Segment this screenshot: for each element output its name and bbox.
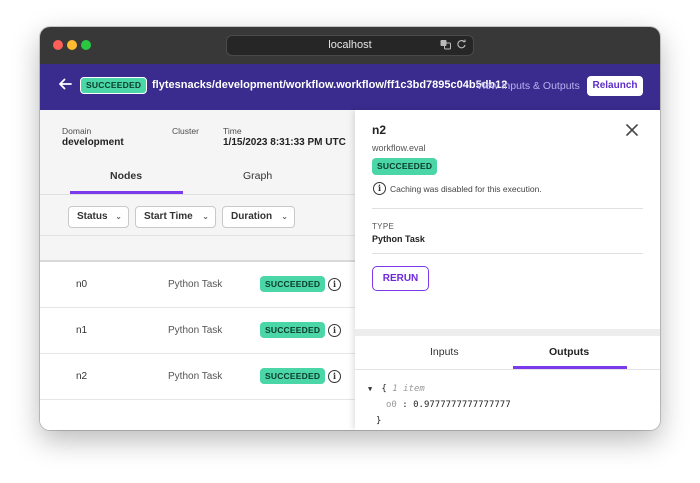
chevron-down-icon: ⌄ [115, 212, 122, 221]
close-icon[interactable] [625, 123, 639, 137]
tab-inputs[interactable]: Inputs [430, 346, 459, 358]
node-details-subtitle: workflow.eval [372, 143, 426, 153]
table-row[interactable]: n2 Python Task SUCCEEDED i [40, 354, 360, 400]
domain-label: Domain [62, 126, 92, 136]
json-summary: 1 item [392, 384, 425, 394]
json-open-brace: { [381, 384, 387, 394]
type-label: TYPE [372, 222, 395, 231]
info-icon[interactable]: i [328, 278, 341, 291]
execution-main-panel: Domain development Cluster Time 1/15/202… [40, 110, 360, 430]
node-status-badge: SUCCEEDED [260, 276, 326, 292]
status-filter-label: Status [77, 211, 108, 222]
io-tabs-divider [355, 369, 660, 370]
node-id: n0 [76, 279, 88, 290]
node-id: n1 [76, 325, 88, 336]
info-icon: i [373, 182, 386, 195]
details-divider [372, 253, 643, 254]
zoom-window-button[interactable] [81, 40, 91, 50]
reload-icon[interactable] [456, 39, 467, 50]
tab-graph[interactable]: Graph [243, 170, 272, 182]
node-id: n2 [76, 371, 88, 382]
json-close-brace: } [376, 416, 382, 426]
type-value: Python Task [372, 234, 425, 244]
details-divider [372, 208, 643, 209]
view-inputs-outputs-link[interactable]: View Inputs & Outputs [476, 80, 580, 92]
status-filter-button[interactable]: Status ⌄ [68, 206, 129, 228]
execution-header: SUCCEEDED flytesnacks/development/workfl… [40, 64, 660, 110]
json-value: 0.9777777777777777 [413, 400, 511, 410]
node-type: Python Task [168, 325, 223, 336]
json-separator: : [402, 400, 408, 410]
node-details-status-badge: SUCCEEDED [372, 158, 438, 175]
info-icon[interactable]: i [328, 324, 341, 337]
table-row[interactable]: n1 Python Task SUCCEEDED i [40, 308, 360, 354]
cluster-label: Cluster [172, 126, 199, 136]
node-type: Python Task [168, 371, 223, 382]
node-status-badge: SUCCEEDED [260, 368, 326, 384]
table-row[interactable]: n0 Python Task SUCCEEDED i [40, 262, 360, 308]
filter-divider [40, 235, 360, 236]
caret-down-icon[interactable]: ▼ [368, 381, 376, 397]
tab-outputs[interactable]: Outputs [549, 346, 589, 358]
info-icon[interactable]: i [328, 370, 341, 383]
chevron-down-icon: ⌄ [281, 212, 288, 221]
browser-titlebar: localhost [40, 27, 660, 64]
node-details-title: n2 [372, 123, 387, 137]
outputs-json-viewer: ▼ { 1 item o0 : 0.9777777777777777 } [368, 381, 511, 429]
close-window-button[interactable] [53, 40, 63, 50]
cache-note: Caching was disabled for this execution. [390, 184, 542, 194]
node-type: Python Task [168, 279, 223, 290]
address-bar[interactable]: localhost [226, 35, 474, 56]
start-time-filter-label: Start Time [144, 211, 193, 222]
translate-icon[interactable] [440, 39, 451, 50]
start-time-filter-button[interactable]: Start Time ⌄ [135, 206, 216, 228]
address-text: localhost [328, 39, 372, 51]
section-separator [355, 329, 660, 336]
time-value: 1/15/2023 8:31:33 PM UTC [223, 137, 346, 148]
tab-nodes[interactable]: Nodes [110, 170, 142, 182]
chevron-down-icon: ⌄ [202, 212, 209, 221]
execution-path: flytesnacks/development/workflow.workflo… [152, 79, 508, 91]
tabs-divider [40, 194, 360, 195]
back-arrow-icon[interactable] [58, 77, 72, 91]
browser-window: localhost SUCCEEDED flytesnacks/developm… [40, 27, 660, 430]
json-key: o0 [386, 400, 397, 410]
relaunch-button[interactable]: Relaunch [587, 76, 643, 96]
time-label: Time [223, 126, 242, 136]
minimize-window-button[interactable] [67, 40, 77, 50]
node-details-panel: n2 workflow.eval SUCCEEDED i Caching was… [355, 110, 660, 430]
rerun-button[interactable]: RERUN [372, 266, 429, 291]
node-status-badge: SUCCEEDED [260, 322, 326, 338]
domain-value: development [62, 137, 124, 148]
duration-filter-label: Duration [231, 211, 273, 222]
duration-filter-button[interactable]: Duration ⌄ [222, 206, 295, 228]
nodes-table: n0 Python Task SUCCEEDED i n1 Python Tas… [40, 260, 360, 430]
execution-status-badge: SUCCEEDED [80, 77, 148, 94]
